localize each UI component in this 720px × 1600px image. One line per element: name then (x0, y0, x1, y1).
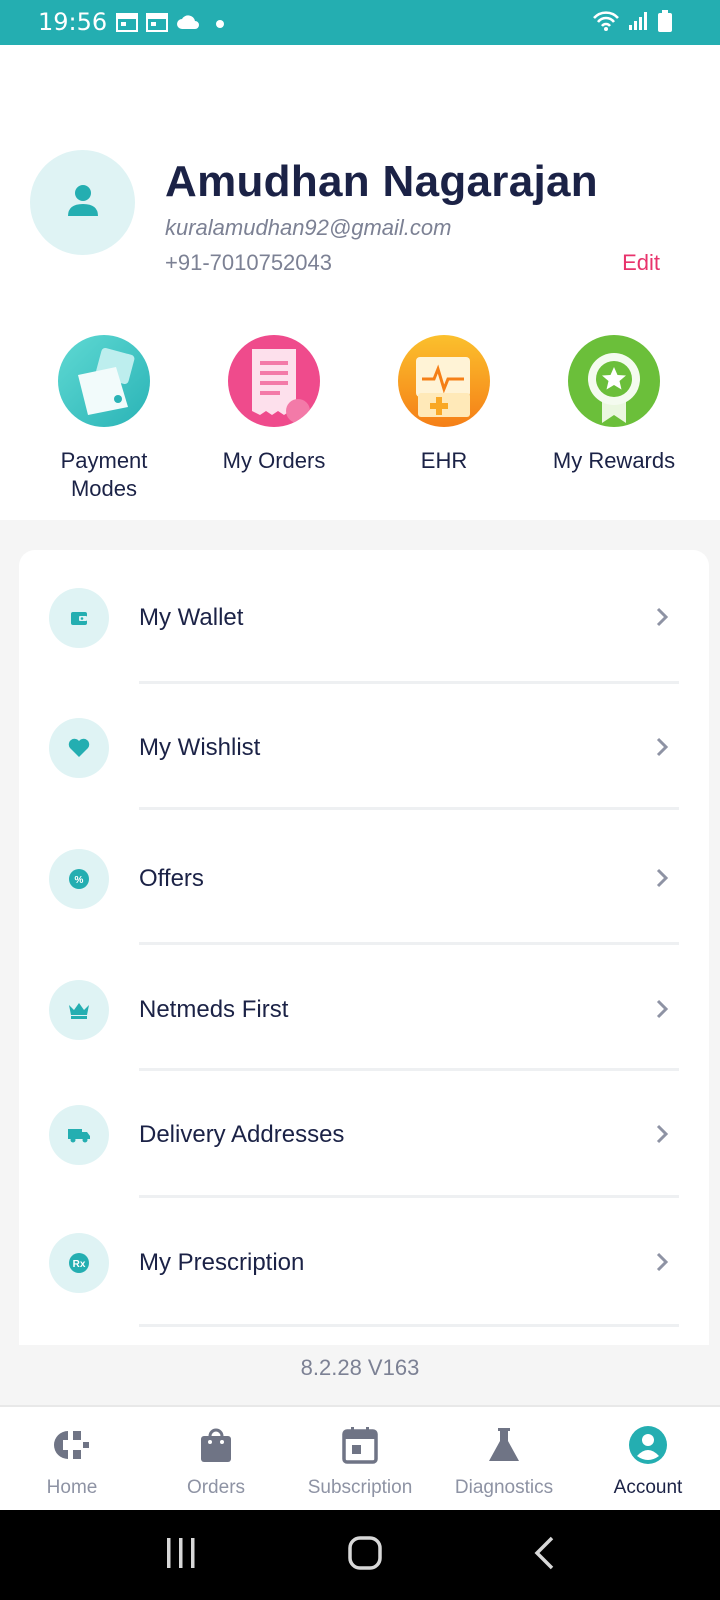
chevron-right-icon (655, 736, 669, 763)
status-bar: 19:56 (0, 0, 720, 45)
menu-item-netmeds-first[interactable]: Netmeds First (19, 942, 709, 1071)
nav-item-orders[interactable]: Orders (144, 1407, 288, 1510)
calendar-icon (146, 12, 168, 37)
menu-item-label: Netmeds First (139, 996, 289, 1023)
rx-icon: Rx (49, 1233, 109, 1293)
wallet-icon (58, 335, 150, 427)
percent-badge-icon: % (49, 849, 109, 909)
menu-item-label: Delivery Addresses (139, 1121, 345, 1148)
quick-action-label: My Rewards (552, 448, 676, 473)
bottom-nav: Home Orders Subscription Diagnostics Acc… (0, 1405, 720, 1510)
app-version: 8.2.28 V163 (300, 1355, 420, 1380)
nav-item-subscription[interactable]: Subscription (288, 1407, 432, 1510)
home-icon (50, 1423, 94, 1467)
flask-icon (482, 1423, 526, 1467)
nav-label: Home (46, 1477, 98, 1498)
nav-label: Diagnostics (454, 1477, 554, 1498)
quick-actions: Payment Modes My Orders EHR My Rewards (0, 335, 720, 503)
nav-label: Orders (186, 1477, 246, 1498)
battery-icon (658, 10, 672, 37)
dot-icon (208, 16, 228, 34)
calendar-icon (338, 1423, 382, 1467)
menu-item-my-wallet[interactable]: My Wallet (19, 550, 709, 684)
chevron-right-icon (655, 1123, 669, 1150)
profile-header: Amudhan Nagarajan kuralamudhan92@gmail.c… (0, 45, 720, 520)
menu-item-my-wishlist[interactable]: My Wishlist (19, 681, 709, 810)
menu-item-label: Offers (139, 865, 204, 892)
profile-email: kuralamudhan92@gmail.com (165, 215, 452, 240)
menu-item-label: My Prescription (139, 1249, 305, 1276)
system-nav-bar (0, 1510, 720, 1600)
truck-icon (49, 1105, 109, 1165)
rewards-badge-icon (568, 335, 660, 427)
quick-action-label: Payment Modes (60, 448, 148, 501)
profile-phone: +91-7010752043 (165, 250, 332, 275)
recents-icon[interactable] (165, 1537, 197, 1573)
wallet-icon (49, 588, 109, 648)
nav-label: Account (613, 1477, 683, 1498)
divider (139, 1324, 679, 1327)
nav-label: Subscription (307, 1477, 413, 1498)
account-icon (626, 1423, 670, 1467)
quick-action-my-rewards[interactable]: My Rewards (529, 335, 699, 503)
heart-icon (49, 718, 109, 778)
home-circle-icon[interactable] (347, 1535, 383, 1576)
user-icon (65, 182, 101, 223)
health-record-icon (398, 335, 490, 427)
wifi-icon (592, 10, 620, 37)
quick-action-ehr[interactable]: EHR (359, 335, 529, 503)
menu-item-label: My Wallet (139, 604, 244, 631)
menu-item-delivery-addresses[interactable]: Delivery Addresses (19, 1070, 709, 1198)
status-time: 19:56 (38, 8, 108, 36)
nav-item-home[interactable]: Home (0, 1407, 144, 1510)
menu-item-my-prescription[interactable]: Rx My Prescription (19, 1198, 709, 1327)
receipt-icon (228, 335, 320, 427)
chevron-right-icon (655, 867, 669, 894)
chevron-right-icon (655, 998, 669, 1025)
svg-text:Rx: Rx (73, 1259, 86, 1270)
quick-action-my-orders[interactable]: My Orders (189, 335, 359, 503)
nav-item-diagnostics[interactable]: Diagnostics (432, 1407, 576, 1510)
menu-item-label: My Wishlist (139, 734, 261, 761)
account-menu: My Wallet My Wishlist % Offers Netmeds F… (19, 550, 709, 1345)
quick-action-label: EHR (420, 448, 468, 473)
quick-action-payment-modes[interactable]: Payment Modes (19, 335, 189, 503)
chevron-right-icon (655, 1251, 669, 1278)
back-icon[interactable] (533, 1536, 555, 1575)
calendar-icon (116, 12, 138, 37)
svg-text:%: % (75, 875, 84, 886)
avatar[interactable] (30, 150, 135, 255)
bag-icon (194, 1423, 238, 1467)
edit-profile-link[interactable]: Edit (622, 250, 660, 276)
crown-icon (49, 980, 109, 1040)
nav-item-account[interactable]: Account (576, 1407, 720, 1510)
chevron-right-icon (655, 606, 669, 633)
cloud-icon (176, 14, 200, 35)
quick-action-label: My Orders (222, 448, 326, 473)
menu-item-offers[interactable]: % Offers (19, 809, 709, 945)
profile-name: Amudhan Nagarajan (165, 157, 598, 206)
signal-icon (628, 11, 650, 36)
